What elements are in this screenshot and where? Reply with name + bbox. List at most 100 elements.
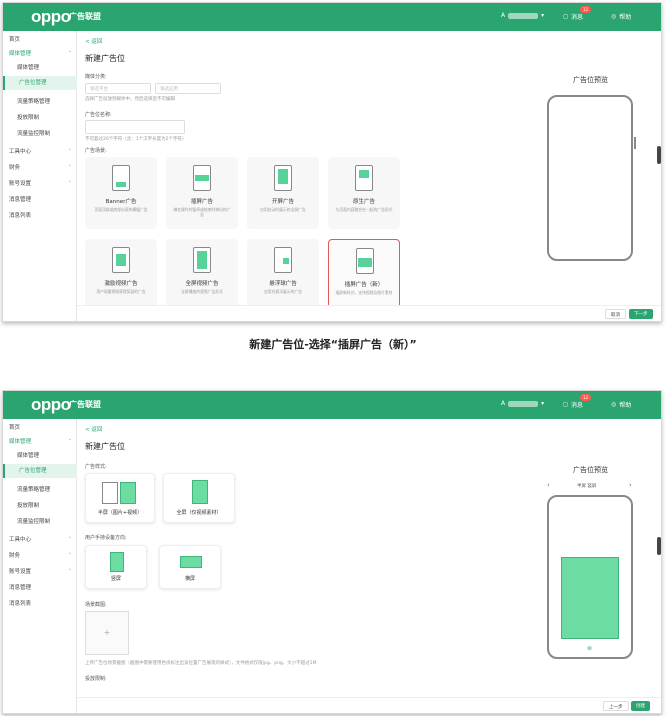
chevron-left-icon[interactable]: ‹ [547,481,550,489]
sidebar-group-media[interactable]: 媒体管理 ˄ [3,435,77,449]
name-label: 广告位名称: [85,112,112,118]
interstitial-new-icon [356,248,374,274]
chevron-down-icon: ˅ [68,537,72,543]
sidebar-item-adslot[interactable]: 广告位管理 [3,464,77,478]
back-link[interactable]: < 返回 [85,425,102,433]
chevron-down-icon: ˅ [214,86,217,91]
main-content: < 返回 新建广告位 广告样式: 半屏（图片+视频） 全屏（仅视频素材） 用户手… [77,419,661,713]
grid-icon [193,247,211,273]
sidebar-item-msg-manage[interactable]: 消息管理 [3,193,77,207]
orient-label: 用户手持设备方向: [85,535,127,541]
shot-label: 场景截图: [85,602,107,608]
scene-label: 广告场景: [85,148,107,154]
card-reward-video[interactable]: 激励视频广告 用户观看视频获得奖励的广告 [85,239,157,311]
username-redacted [508,400,539,407]
chevron-up-icon: ˄ [68,439,72,445]
chevron-down-icon: ˅ [68,149,72,155]
phone-preview [547,95,636,261]
sidebar-item-monitor[interactable]: 流量监控限制 [3,127,77,141]
full-screen-icon [192,480,208,504]
upload-button[interactable]: + [85,611,129,655]
screenshot-step2: oppo 广告联盟 A ▾ ◻ 消息 12 ◎ 帮助 首页 媒体管理 ˄ 媒体管理 广告位… [2,390,662,714]
sidebar-item-media[interactable]: 媒体管理 [3,449,77,463]
create-button[interactable]: 创建 [631,701,650,711]
prev-button[interactable]: 上一步 [603,701,629,711]
chevron-down-icon: ˅ [68,569,72,575]
card-float[interactable]: 悬浮球广告 应用内悬浮展示的广告 [247,239,319,311]
sidebar-item-adslot[interactable]: 广告位管理 [3,76,77,90]
orient-landscape[interactable]: 横屏 [159,545,221,589]
sidebar-item-msg-list[interactable]: 消息列表 [3,597,77,611]
page-title: 新建广告位 [85,442,125,451]
sidebar-item-monitor[interactable]: 流量监控限制 [3,515,77,529]
half-screen-icon [120,482,136,504]
preview-ad-area [561,557,619,639]
sidebar-item-account[interactable]: 账号设置 ˅ [3,177,77,191]
sidebar-item-finance[interactable]: 财务 ˅ [3,549,77,563]
card-fullscreen-video[interactable]: 全屏视频广告 全屏播放的视频广告形式 [166,239,238,311]
message-badge: 12 [580,394,592,401]
card-splash[interactable]: 开屏广告 应用启动时展示的全屏广告 [247,157,319,229]
sidebar-item-limit[interactable]: 投放限制 [3,111,77,125]
scroll-handle[interactable] [657,537,661,555]
sidebar-item-media[interactable]: 媒体管理 [3,61,77,75]
brand-title: 广告联盟 [69,12,101,21]
media-label: 媒体分类: [85,74,107,80]
sidebar-group-media[interactable]: 媒体管理 ˄ [3,47,77,61]
chevron-down-icon: ˅ [68,181,72,187]
float-icon [274,247,292,273]
sidebar-item-tools[interactable]: 工具中心 ˅ [3,533,77,547]
help-icon: ◎ [611,13,617,20]
sidebar-item-home[interactable]: 首页 [3,33,77,47]
limit-label: 投放限制: [85,676,107,682]
style-label: 广告样式: [85,464,107,470]
next-button[interactable]: 下一步 [629,309,653,319]
sidebar-item-account[interactable]: 账号设置 ˅ [3,565,77,579]
back-link[interactable]: < 返回 [85,37,102,45]
card-native[interactable]: 原生广告 与页面内容融合在一起的广告形式 [328,157,400,229]
oppo-logo: oppo [31,395,71,414]
phone-preview: ⊗ [547,495,633,659]
footer-bar: 取消 下一步 [77,305,661,321]
sidebar-item-traffic[interactable]: 流量策略管理 [3,95,77,109]
help-button[interactable]: ◎ 帮助 [611,12,631,21]
sidebar-item-msg-list[interactable]: 消息列表 [3,209,77,223]
user-menu[interactable]: A ▾ [501,12,544,19]
platform-select[interactable]: 请选平台 ˅ [85,83,151,94]
card-interstitial[interactable]: 插屏广告 随在操作的暂停或结束时弹出的广告 [166,157,238,229]
help-button[interactable]: ◎ 帮助 [611,400,631,409]
cancel-button[interactable]: 取消 [605,309,626,319]
card-banner[interactable]: Banner广告 页面顶部或底部出现的横幅广告 [85,157,157,229]
name-input[interactable] [85,120,185,134]
top-bar: oppo 广告联盟 A ▾ ◻ 消息 12 ◎ 帮助 [3,391,661,419]
user-icon: A [501,12,506,19]
main-content: < 返回 新建广告位 媒体分类: 请选平台 ˅ 请选应用 ˅ 选择广告投放到媒体中，… [77,31,661,321]
sidebar-item-traffic[interactable]: 流量策略管理 [3,483,77,497]
bell-icon: ◻ [563,401,568,408]
style-half-screen[interactable]: 半屏（图片+视频） [85,473,155,523]
chevron-right-icon[interactable]: › [629,481,632,489]
app-select[interactable]: 请选应用 ˅ [155,83,221,94]
splash-icon [274,165,292,191]
top-bar: oppo 广告联盟 A ▾ ◻ 消息 12 ◎ 帮助 [3,3,661,31]
portrait-icon [110,552,124,572]
messages-button[interactable]: ◻ 消息 12 [563,6,592,21]
card-interstitial-new[interactable]: 插屏广告（新） 插屏新样式，支持视频及图片素材 [328,239,400,311]
sidebar-item-home[interactable]: 首页 [3,421,77,435]
orient-portrait[interactable]: 竖屏 [85,545,147,589]
user-menu[interactable]: A ▾ [501,400,544,407]
messages-button[interactable]: ◻ 消息 12 [563,394,592,409]
caption: 新建广告位-选择“插屏广告（新）” [249,338,417,351]
close-icon[interactable]: ⊗ [587,645,592,652]
preview-title: 广告位预览 [573,76,608,84]
sidebar-item-limit[interactable]: 投放限制 [3,499,77,513]
sidebar: 首页 媒体管理 ˄ 媒体管理 广告位管理 流量策略管理 投放限制 流量监控限制 工… [3,31,77,321]
style-full-screen[interactable]: 全屏（仅视频素材） [163,473,235,523]
sidebar-item-tools[interactable]: 工具中心 ˅ [3,145,77,159]
media-hint: 选择广告投放到媒体中，然后选择后不可编辑 [85,97,175,102]
sidebar-item-msg-manage[interactable]: 消息管理 [3,581,77,595]
sidebar-item-finance[interactable]: 财务 ˅ [3,161,77,175]
landscape-icon [180,556,202,568]
preview-subtitle: 半屏 竖屏 [577,484,597,489]
scroll-handle[interactable] [657,146,661,164]
